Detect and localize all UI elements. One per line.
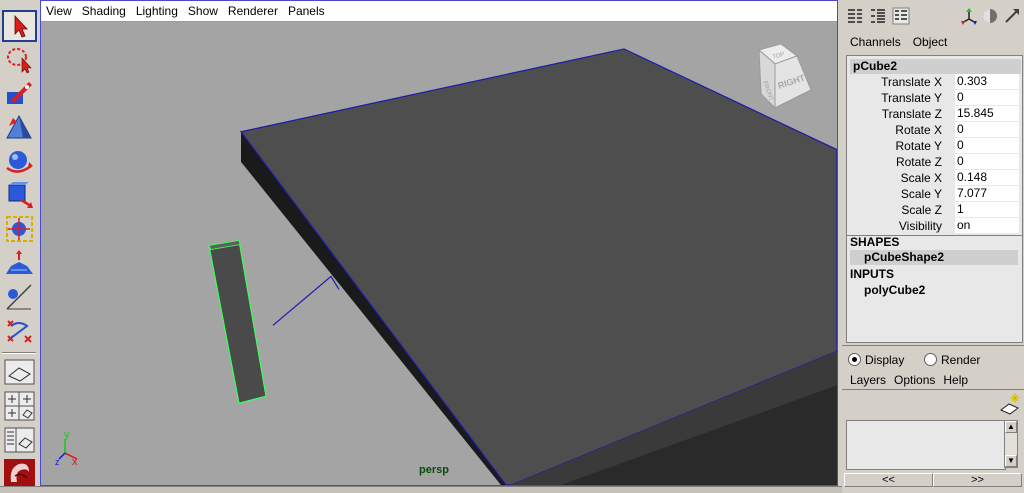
selected-thin-cube: [208, 239, 267, 404]
menu-layers[interactable]: Layers: [842, 373, 890, 387]
attr-value[interactable]: 0: [955, 122, 1019, 137]
scroll-up-icon[interactable]: ▲: [1005, 421, 1017, 433]
attr-label: Translate Z: [881, 107, 942, 121]
toolbox: [0, 0, 41, 492]
channel-box-icon[interactable]: [846, 7, 864, 25]
attr-label: Translate X: [881, 75, 942, 89]
select-tool-icon[interactable]: [2, 10, 37, 42]
layer-next-button[interactable]: >>: [933, 473, 1022, 487]
inputs-header: INPUTS: [850, 267, 895, 281]
axis-x-label: x: [72, 456, 78, 468]
attr-row-scale-y[interactable]: Scale Y 7.077: [847, 186, 1022, 202]
shape-node-name[interactable]: pCubeShape2: [850, 250, 1018, 265]
channel-box-panel: Channels Object pCube2 Translate X 0.303 …: [842, 0, 1024, 492]
view-cube: TOP FRONT RIGHT: [757, 43, 812, 110]
input-node-name[interactable]: polyCube2: [864, 283, 925, 297]
maya-logo-icon: [3, 458, 36, 488]
attr-label: Rotate Y: [895, 139, 942, 153]
attr-row-translate-z[interactable]: Translate Z 15.845: [847, 106, 1022, 122]
layer-scrollbar[interactable]: ▲ ▼: [1004, 420, 1018, 468]
move-tool-icon[interactable]: [3, 112, 36, 142]
new-layer-icon[interactable]: [998, 393, 1020, 415]
object-name[interactable]: pCube2: [850, 59, 1021, 74]
menu-object[interactable]: Object: [905, 35, 952, 51]
menu-panels[interactable]: Panels: [283, 4, 330, 18]
last-tool-used-icon[interactable]: [3, 316, 36, 346]
radio-render-button[interactable]: [924, 353, 937, 366]
attr-value[interactable]: 1: [955, 202, 1019, 217]
attr-row-scale-x[interactable]: Scale X 0.148: [847, 170, 1022, 186]
attr-row-rotate-z[interactable]: Rotate Z 0: [847, 154, 1022, 170]
menu-show[interactable]: Show: [183, 4, 223, 18]
attr-label: Rotate X: [895, 123, 942, 137]
attr-value[interactable]: 0: [955, 154, 1019, 169]
axis-y-label: y: [64, 429, 70, 441]
attr-value[interactable]: on: [955, 218, 1019, 233]
menu-channels[interactable]: Channels: [842, 35, 905, 51]
radio-display[interactable]: Display: [848, 353, 904, 367]
attr-row-scale-z[interactable]: Scale Z 1: [847, 202, 1022, 218]
attr-value[interactable]: 0: [955, 138, 1019, 153]
paint-select-tool-icon[interactable]: [3, 78, 36, 108]
outliner-persp-layout-icon[interactable]: [3, 426, 36, 454]
radio-display-label: Display: [865, 353, 905, 367]
attr-label: Visibility: [898, 219, 942, 233]
radio-render-label: Render: [941, 353, 981, 367]
show-manipulator-icon[interactable]: [3, 282, 36, 312]
attr-value[interactable]: 0: [955, 90, 1019, 105]
pick-walk-icon[interactable]: [1003, 7, 1021, 25]
four-view-layout-icon[interactable]: [3, 390, 36, 422]
shading-icon[interactable]: [981, 7, 999, 25]
layer-editor: Display Render Layers Options Help ▲ ▼ <…: [842, 345, 1024, 492]
menu-renderer[interactable]: Renderer: [223, 4, 283, 18]
attr-value[interactable]: 7.077: [955, 186, 1019, 201]
attr-value[interactable]: 0.303: [955, 74, 1019, 89]
attribute-editor-icon[interactable]: [892, 7, 910, 25]
menu-options[interactable]: Options: [890, 373, 939, 387]
axis-z-label: z: [55, 457, 60, 467]
attr-row-rotate-y[interactable]: Rotate Y 0: [847, 138, 1022, 154]
radio-display-button[interactable]: [848, 353, 861, 366]
camera-label: persp: [419, 464, 449, 476]
attr-value[interactable]: 15.845: [955, 106, 1019, 121]
soft-modification-icon[interactable]: [3, 248, 36, 278]
viewport-menubar: View Shading Lighting Show Renderer Pane…: [41, 1, 837, 22]
attr-label: Translate Y: [881, 91, 942, 105]
menu-view[interactable]: View: [41, 4, 77, 18]
menu-shading[interactable]: Shading: [77, 4, 131, 18]
attr-row-visibility[interactable]: Visibility on: [847, 218, 1022, 234]
attr-label: Scale X: [900, 171, 942, 185]
layer-list[interactable]: [846, 420, 1006, 470]
attr-row-translate-x[interactable]: Translate X 0.303: [847, 74, 1022, 90]
shapes-header: SHAPES: [850, 235, 900, 249]
menu-lighting[interactable]: Lighting: [131, 4, 183, 18]
attr-label: Scale Z: [901, 203, 942, 217]
attr-row-translate-y[interactable]: Translate Y 0: [847, 90, 1022, 106]
layer-editor-icon[interactable]: [869, 7, 887, 25]
rotate-tool-icon[interactable]: [3, 146, 36, 176]
attr-row-rotate-x[interactable]: Rotate X 0: [847, 122, 1022, 138]
layer-menubar: Layers Options Help: [842, 373, 972, 387]
channel-box-toolbar: [842, 0, 1024, 32]
lasso-tool-icon[interactable]: [3, 44, 36, 74]
single-view-layout-icon[interactable]: [3, 358, 36, 386]
viewport-panel[interactable]: View Shading Lighting Show Renderer Pane…: [40, 0, 838, 486]
viewport-canvas[interactable]: TOP FRONT RIGHT y x z: [41, 22, 837, 485]
layer-prev-button[interactable]: <<: [844, 473, 933, 487]
scroll-down-icon[interactable]: ▼: [1005, 455, 1017, 467]
scale-tool-icon[interactable]: [3, 180, 36, 210]
layer-nav: << >>: [844, 473, 1022, 487]
universal-manipulator-icon[interactable]: [3, 214, 36, 244]
channel-box: pCube2 Translate X 0.303 Translate Y 0 Tra…: [846, 55, 1023, 343]
attr-label: Scale Y: [900, 187, 942, 201]
attr-value[interactable]: 0.148: [955, 170, 1019, 185]
channel-box-menubar: Channels Object: [842, 35, 951, 51]
axis-indicator: y x z: [55, 429, 78, 468]
menu-help[interactable]: Help: [939, 373, 972, 387]
tool-settings-icon[interactable]: [960, 7, 978, 25]
attr-label: Rotate Z: [895, 155, 942, 169]
radio-render[interactable]: Render: [924, 353, 980, 367]
